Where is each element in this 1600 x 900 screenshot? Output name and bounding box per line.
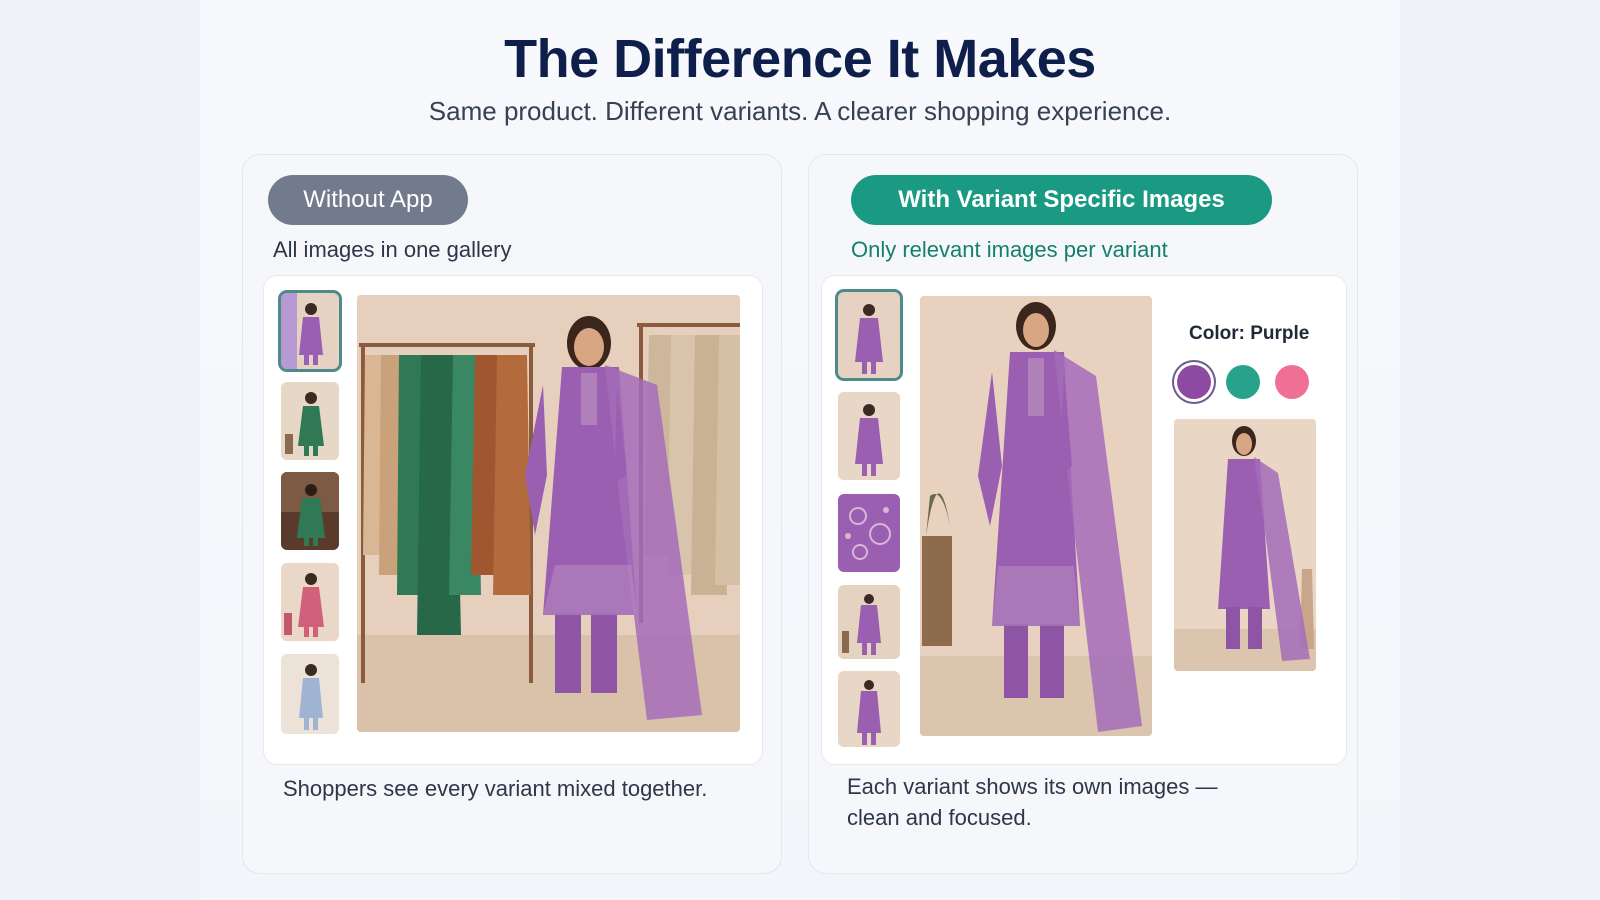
- variant-gallery-card: Color: Purple: [821, 275, 1347, 765]
- page-title: The Difference It Makes: [504, 29, 1096, 89]
- variant-thumbnail[interactable]: [835, 289, 903, 381]
- without-app-panel: Without App All images in one gallery Sh…: [242, 154, 782, 874]
- fabric-detail-thumbnail[interactable]: [838, 494, 900, 572]
- without-app-caption: All images in one gallery: [273, 237, 512, 262]
- swatch-pink[interactable]: [1275, 365, 1309, 399]
- with-variant-images-panel: With Variant Specific Images Only releva…: [808, 154, 1358, 874]
- variant-side-photo: [1174, 419, 1316, 671]
- gallery-thumbnail[interactable]: [278, 290, 342, 372]
- with-variant-images-footer-note: Each variant shows its own images — clea…: [847, 771, 1218, 833]
- footer-line-1: Each variant shows its own images —: [847, 774, 1218, 799]
- gallery-thumbnail[interactable]: [281, 563, 339, 641]
- variant-thumbnail[interactable]: [838, 392, 900, 480]
- swatch-teal[interactable]: [1226, 365, 1260, 399]
- with-variant-images-badge: With Variant Specific Images: [851, 175, 1272, 225]
- product-gallery-card: [263, 275, 763, 765]
- page-subtitle: Same product. Different variants. A clea…: [428, 96, 1172, 126]
- with-variant-images-caption: Only relevant images per variant: [851, 237, 1168, 262]
- color-selector-label: Color: Purple: [1189, 323, 1310, 344]
- variant-main-photo: [920, 296, 1152, 736]
- variant-thumbnail[interactable]: [838, 585, 900, 659]
- swatch-purple[interactable]: [1177, 365, 1211, 399]
- gallery-thumbnail[interactable]: [281, 654, 339, 734]
- without-app-badge: Without App: [268, 175, 468, 225]
- variant-thumbnail[interactable]: [838, 671, 900, 747]
- gallery-thumbnail[interactable]: [281, 382, 339, 460]
- without-app-footer-note: Shoppers see every variant mixed togethe…: [283, 776, 708, 801]
- gallery-thumbnail[interactable]: [281, 472, 339, 550]
- main-product-photo: [357, 295, 740, 732]
- footer-line-2: clean and focused.: [847, 805, 1032, 830]
- comparison-slide: The Difference It Makes Same product. Di…: [200, 0, 1400, 900]
